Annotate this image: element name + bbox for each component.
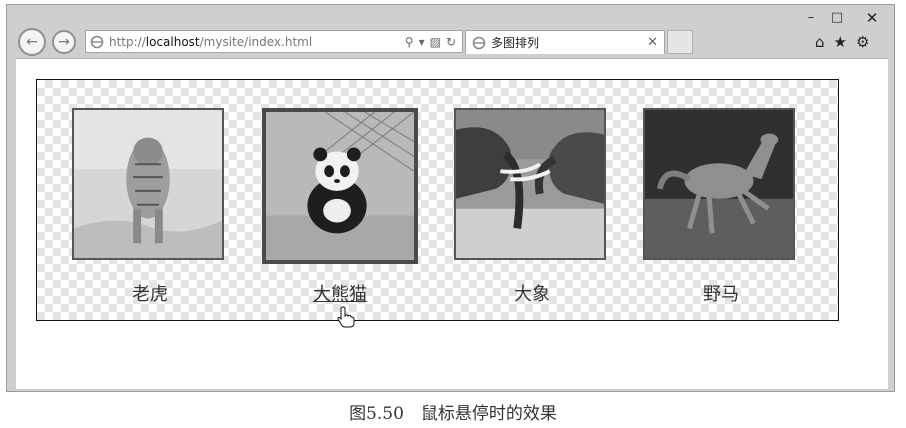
figure-caption: 图5.50 鼠标悬停时的效果 [349, 404, 557, 424]
url-text[interactable]: http://localhost/mysite/index.html [109, 35, 405, 49]
gallery-item-horse[interactable]: 野马 [643, 108, 799, 306]
maximize-button[interactable]: □ [825, 8, 849, 27]
ie-tab-icon [472, 36, 486, 49]
back-arrow-icon: ← [26, 34, 38, 50]
browser-window: – □ ✕ ← → http://localhost/mysite/index.… [6, 4, 895, 392]
gallery-item-panda[interactable]: 大熊猫 [262, 108, 418, 306]
elephants-photo[interactable] [454, 108, 606, 260]
tiger-photo-icon [74, 110, 222, 258]
image-gallery: 老虎 大熊猫 大象 野马 [36, 79, 839, 328]
ie-page-icon [90, 35, 104, 48]
horse-photo[interactable] [643, 108, 795, 260]
gallery-item-elephants[interactable]: 大象 [454, 108, 610, 306]
gallery-item-tiger[interactable]: 老虎 [72, 108, 228, 306]
address-bar[interactable]: http://localhost/mysite/index.html ⚲ ▾ ▨… [85, 30, 463, 53]
elephants-photo-icon [456, 110, 604, 258]
tab-active[interactable]: 多图排列 ✕ [465, 30, 665, 54]
refresh-icon[interactable]: ↻ [446, 35, 456, 49]
gallery-caption[interactable]: 老虎 [72, 280, 228, 306]
page-viewport: 老虎 大熊猫 大象 野马 [16, 58, 888, 389]
tab-close-icon[interactable]: ✕ [647, 35, 658, 50]
back-button[interactable]: ← [18, 28, 46, 56]
settings-gear-icon[interactable]: ⚙ [856, 33, 869, 51]
dropdown-icon[interactable]: ▾ [419, 35, 425, 49]
compatibility-view-icon[interactable]: ▨ [430, 35, 441, 49]
minimize-button[interactable]: – [799, 8, 823, 27]
tiger-photo[interactable] [72, 108, 224, 260]
new-tab-button[interactable] [667, 30, 693, 54]
forward-arrow-icon: → [58, 34, 70, 50]
home-icon[interactable]: ⌂ [815, 33, 825, 51]
gallery-caption-hovered[interactable]: 大熊猫 [262, 280, 418, 306]
panda-photo-icon [266, 112, 414, 260]
gallery-caption[interactable]: 野马 [643, 280, 799, 306]
hand-pointer-icon [337, 306, 355, 328]
close-button[interactable]: ✕ [851, 8, 893, 27]
horse-photo-icon [645, 110, 793, 258]
forward-button[interactable]: → [52, 30, 76, 54]
panda-photo[interactable] [262, 108, 418, 264]
search-icon[interactable]: ⚲ [405, 35, 414, 49]
gallery-caption[interactable]: 大象 [454, 280, 610, 306]
favorites-icon[interactable]: ★ [834, 33, 847, 51]
tab-title: 多图排列 [491, 36, 540, 50]
